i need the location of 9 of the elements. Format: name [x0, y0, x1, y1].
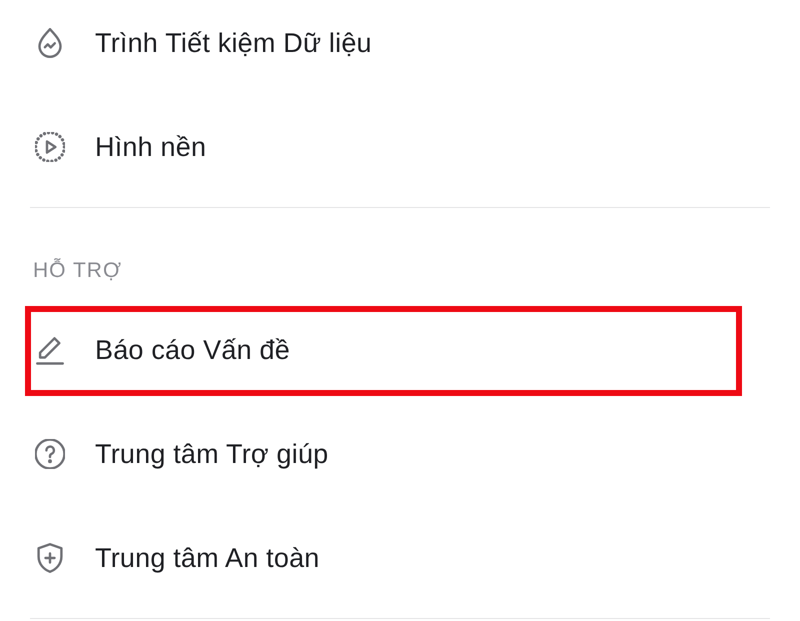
- help-icon: [35, 439, 65, 469]
- settings-item[interactable]: Trung tâm Trợ giúp: [30, 402, 770, 506]
- settings-item[interactable]: Báo cáo Vấn đề: [30, 298, 770, 402]
- settings-item[interactable]: Trình Tiết kiệm Dữ liệu: [30, 0, 770, 95]
- settings-item[interactable]: Hình nền: [30, 95, 770, 199]
- shield-icon: [35, 543, 65, 573]
- section-header: HỖ TRỢ: [33, 259, 122, 283]
- settings-item[interactable]: Trung tâm An toàn: [30, 506, 770, 610]
- pencil-icon: [35, 335, 65, 365]
